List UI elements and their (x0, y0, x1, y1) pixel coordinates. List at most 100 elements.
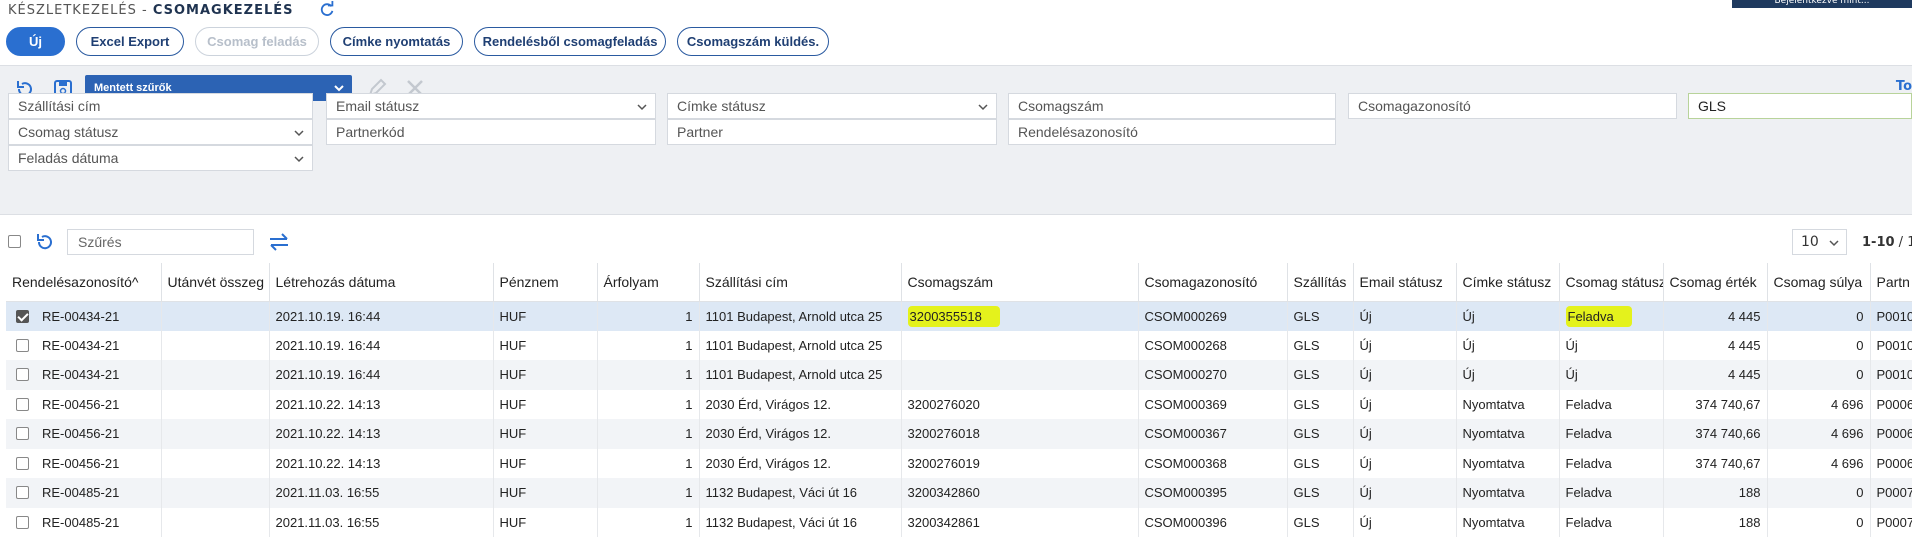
chevron-down-icon (294, 130, 304, 137)
table-cell (161, 360, 270, 390)
table-row[interactable]: RE-00434-21 2021.10.19. 16:44 HUF 1 1101 Bud… (6, 330, 1912, 360)
partner-field[interactable]: Partner (667, 119, 997, 145)
login-badge[interactable]: Bejelentkezve mint... (1732, 0, 1912, 8)
toggle-link[interactable]: To (1896, 79, 1912, 94)
table-cell: GLS (1287, 360, 1354, 390)
table-cell: GLS (1287, 448, 1354, 478)
highlighted-package-number: 3200355518 (907, 305, 1000, 327)
table-row[interactable]: RE-00456-21 2021.10.22. 14:13 HUF 1 2030 Érd… (6, 419, 1912, 449)
label-status-select[interactable]: Címke státusz (667, 93, 997, 119)
column-header[interactable]: Árfolyam (597, 263, 700, 302)
page-size-select[interactable]: 10 (1792, 229, 1847, 255)
table-cell: 374 740,66 (1663, 419, 1768, 449)
column-header[interactable]: Csomagszám (901, 263, 1139, 302)
table-cell: Új (1559, 360, 1664, 390)
row-checkbox[interactable] (16, 368, 29, 381)
select-all-checkbox[interactable] (8, 235, 21, 248)
carrier-field[interactable]: GLS (1688, 93, 1912, 119)
table-cell: CSOM000269 (1138, 301, 1288, 331)
table-cell: Feladva (1559, 478, 1664, 508)
table-cell: 3200342861 (901, 507, 1139, 537)
table-cell: 188 (1663, 507, 1768, 537)
shipping-address-field[interactable]: Szállítási cím (8, 93, 313, 119)
column-header[interactable]: Rendelésazonosító^ (6, 263, 162, 302)
refresh-icon[interactable] (318, 1, 336, 19)
table-row[interactable]: RE-00485-21 2021.11.03. 16:55 HUF 1 1132 Bud… (6, 478, 1912, 508)
table-search-input[interactable]: Szűrés (67, 229, 254, 255)
table-cell: 3200342860 (901, 478, 1139, 508)
column-header[interactable]: Szállítási cím (699, 263, 902, 302)
table-cell (161, 301, 270, 331)
table-cell (901, 330, 1139, 360)
table-cell: Feladva (1559, 507, 1664, 537)
table-cell: 1101 Budapest, Arnold utca 25 (699, 360, 902, 390)
table-cell: 1 (597, 507, 700, 537)
column-header[interactable]: Utánvét összeg (161, 263, 270, 302)
send-package-number-button[interactable]: Csomagszám küldés. (677, 27, 829, 56)
column-header[interactable]: Csomag súlya (1767, 263, 1871, 302)
table-cell: CSOM000369 (1138, 389, 1288, 419)
table-cell: 2030 Érd, Virágos 12. (699, 419, 902, 449)
excel-export-button[interactable]: Excel Export (76, 27, 184, 56)
partner-code-field[interactable]: Partnerkód (326, 119, 656, 145)
table-cell: CSOM000268 (1138, 330, 1288, 360)
package-number-field[interactable]: Csomagszám (1008, 93, 1336, 119)
table-row[interactable]: RE-00456-21 2021.10.22. 14:13 HUF 1 2030 Érd… (6, 389, 1912, 419)
column-header[interactable]: Partn (1870, 263, 1912, 302)
column-header[interactable]: Pénznem (493, 263, 598, 302)
table-cell (161, 330, 270, 360)
table-cell: RE-00434-21 (6, 360, 162, 390)
column-header[interactable]: Csomagazonosító (1138, 263, 1288, 302)
chevron-down-icon (294, 156, 304, 163)
package-id-field[interactable]: Csomagazonosító (1348, 93, 1677, 119)
table-cell: 4 445 (1663, 301, 1768, 331)
row-checkbox[interactable] (16, 486, 29, 499)
row-checkbox[interactable] (16, 338, 29, 352)
table-cell: 2021.10.19. 16:44 (269, 360, 494, 390)
email-status-select[interactable]: Email státusz (326, 93, 656, 119)
table-cell: 2030 Érd, Virágos 12. (699, 389, 902, 419)
dispatch-date-select[interactable]: Feladás dátuma (8, 145, 313, 171)
column-header[interactable]: Létrehozás dátuma (269, 263, 494, 302)
table-cell: CSOM000368 (1138, 448, 1288, 478)
table-cell: CSOM000396 (1138, 507, 1288, 537)
action-bar: Új Excel Export Csomag feladás Címke nyo… (6, 27, 829, 56)
column-header[interactable]: Csomag státusz (1559, 263, 1664, 302)
column-header[interactable]: Címke státusz (1456, 263, 1560, 302)
column-header[interactable]: Csomag érték (1663, 263, 1768, 302)
chevron-down-icon (1829, 240, 1839, 247)
table-toolbar: Szűrés 10 1-10 / 1 (0, 225, 1912, 259)
table-cell: 1132 Budapest, Váci út 16 (699, 478, 902, 508)
table-cell: HUF (493, 419, 598, 449)
row-checkbox[interactable] (16, 397, 29, 411)
refresh-table-icon[interactable] (34, 231, 56, 253)
row-checkbox[interactable] (16, 309, 29, 323)
new-button[interactable]: Új (6, 27, 65, 56)
table-cell: GLS (1287, 478, 1354, 508)
row-checkbox[interactable] (16, 515, 29, 529)
table-cell (161, 389, 270, 419)
row-checkbox[interactable] (16, 456, 29, 470)
table-row[interactable]: RE-00485-21 2021.11.03. 16:55 HUF 1 1132 Bud… (6, 507, 1912, 537)
label-print-button[interactable]: Címke nyomtatás (330, 27, 463, 56)
table-row[interactable]: RE-00456-21 2021.10.22. 14:13 HUF 1 2030 Érd… (6, 448, 1912, 478)
column-header[interactable]: Szállítás (1287, 263, 1354, 302)
table-row[interactable]: RE-00434-21 2021.10.19. 16:44 HUF 1 1101 Bud… (6, 360, 1912, 390)
column-header[interactable]: Email státusz (1353, 263, 1457, 302)
table-cell: HUF (493, 389, 598, 419)
table-cell: 4 445 (1663, 330, 1768, 360)
row-checkbox[interactable] (16, 427, 29, 440)
order-id: RE-00485-21 (42, 485, 120, 501)
order-dispatch-button[interactable]: Rendelésből csomagfeladás (474, 27, 666, 56)
table-cell: 1101 Budapest, Arnold utca 25 (699, 330, 902, 360)
page-title: CSOMAGKEZELÉS (152, 3, 294, 18)
table-cell: P0006 (1870, 389, 1912, 419)
table-cell: 4 696 (1767, 448, 1871, 478)
table-cell: 1 (597, 419, 700, 449)
package-status-select[interactable]: Csomag státusz (8, 119, 313, 145)
table-cell: 0 (1767, 330, 1871, 360)
packages-table: Rendelésazonosító^ Utánvét összeg Létrehoz… (6, 263, 1912, 537)
order-id-field[interactable]: Rendelésazonosító (1008, 119, 1336, 145)
swap-columns-icon[interactable] (268, 231, 290, 253)
table-row[interactable]: RE-00434-21 2021.10.19. 16:44 HUF 1 1101 Bud… (6, 301, 1912, 331)
